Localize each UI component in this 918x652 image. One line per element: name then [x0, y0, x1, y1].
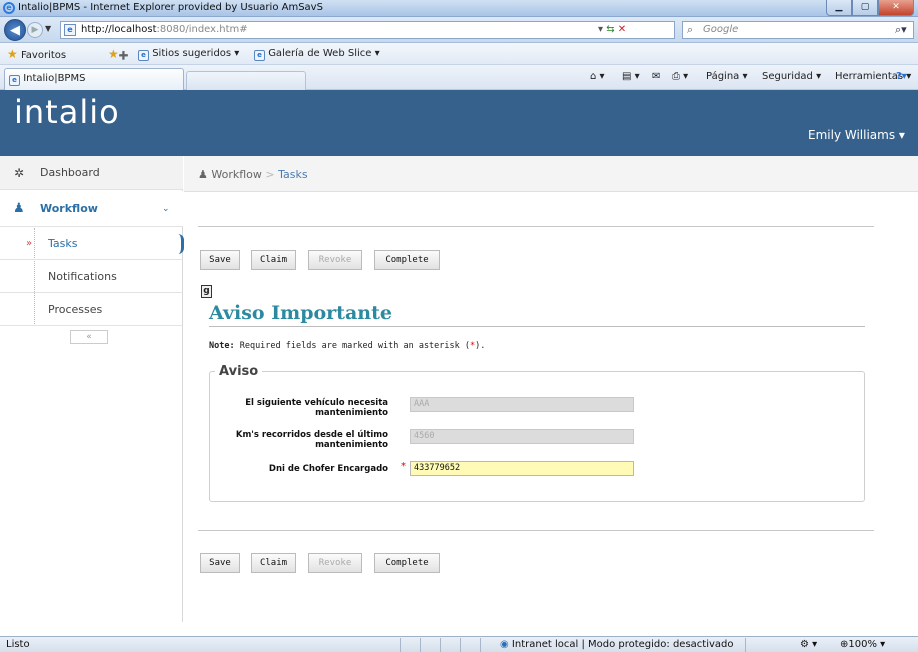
revoke-button[interactable]: Revoke — [308, 250, 362, 270]
divider — [198, 226, 874, 227]
star-icon: ★ — [7, 47, 18, 61]
complete-button[interactable]: Complete — [374, 553, 440, 573]
app-header — [0, 90, 918, 118]
sidebar-item-tasks[interactable]: » Tasks — [0, 228, 184, 260]
search-box[interactable]: ⌕ Google ⌕▾ — [682, 21, 914, 39]
page-menu[interactable]: Página ▾ — [706, 69, 748, 85]
fav-link-suggested[interactable]: e Sitios sugeridos ▾ — [138, 46, 239, 62]
address-dropdown-icon[interactable]: ▾ — [598, 24, 603, 35]
field-label-vehicle: El siguiente vehículo necesita mantenimi… — [245, 398, 388, 418]
url-text[interactable]: http://localhost:8080/index.htm# — [81, 24, 248, 35]
divider — [198, 530, 874, 531]
user-menu[interactable]: Emily Williams ▾ — [808, 128, 905, 142]
refresh-icon[interactable]: ⇆ — [606, 24, 614, 35]
page-icon: e — [64, 24, 76, 36]
claim-button[interactable]: Claim — [251, 250, 296, 270]
close-window-button[interactable]: ✕ — [878, 0, 914, 16]
collapse-sidebar-button[interactable]: « — [70, 330, 108, 344]
field-label-km: Km's recorridos desde el último mantenim… — [235, 430, 388, 450]
new-tab-button[interactable] — [186, 71, 306, 90]
required-asterisk: * — [401, 461, 406, 472]
address-controls[interactable]: ▾ ⇆ ✕ — [598, 24, 626, 35]
feeds-icon[interactable]: ▤ ▾ — [622, 69, 640, 85]
zoom-control[interactable]: ⊕100% ▾ — [840, 639, 885, 650]
sidebar-item-dashboard[interactable]: ✲ Dashboard — [0, 156, 183, 190]
title-underline — [209, 326, 865, 327]
favorites-bar: ★ Favoritos ★➕ e Sitios sugeridos ▾ e Ga… — [0, 43, 918, 65]
security-zone[interactable]: ◉ Intranet local | Modo protegido: desac… — [500, 639, 734, 650]
claim-button[interactable]: Claim — [251, 553, 296, 573]
user-icon: ♟ — [13, 201, 25, 216]
window-title: Intalio|BPMS - Internet Explorer provide… — [18, 2, 323, 13]
search-input[interactable]: Google — [703, 24, 738, 35]
form-icon[interactable]: g — [201, 285, 212, 298]
km-field[interactable]: 4560 — [410, 429, 634, 444]
status-text: Listo — [6, 639, 30, 650]
fav-link-webslice[interactable]: e Galería de Web Slice ▾ — [254, 46, 380, 62]
breadcrumb-tasks[interactable]: Tasks — [278, 168, 307, 181]
recent-pages-dropdown[interactable]: ▼ — [45, 24, 51, 33]
address-bar[interactable]: e http://localhost:8080/index.htm# ▾ ⇆ ✕ — [60, 21, 675, 39]
revoke-button[interactable]: Revoke — [308, 553, 362, 573]
home-icon[interactable]: ⌂ ▾ — [590, 69, 605, 85]
caret-down-icon: ▾ — [898, 128, 905, 142]
complete-button[interactable]: Complete — [374, 250, 440, 270]
chevron-down-icon: ⌄ — [162, 204, 170, 214]
add-favorite-icon[interactable]: ★➕ — [108, 46, 129, 62]
stop-icon[interactable]: ✕ — [618, 24, 626, 35]
back-button[interactable]: ◀ — [4, 19, 26, 41]
save-button[interactable]: Save — [200, 553, 240, 573]
fieldset-legend: Aviso — [215, 364, 263, 379]
sidebar-item-processes[interactable]: Processes — [0, 294, 183, 326]
vehicle-field[interactable]: AAA — [410, 397, 634, 412]
search-icon[interactable]: ⌕▾ — [895, 23, 907, 37]
tab-bar: e Intalio|BPMS ⌂ ▾ ▤ ▾ ✉ ⎙ ▾ Página ▾ Se… — [0, 65, 918, 90]
sidebar-item-notifications[interactable]: Notifications — [0, 261, 183, 293]
security-menu[interactable]: Seguridad ▾ — [762, 69, 821, 85]
mail-icon[interactable]: ✉ — [652, 69, 660, 85]
protected-mode-icon[interactable]: ⚙ ▾ — [800, 639, 817, 650]
required-note: Note: Required fields are marked with an… — [209, 341, 486, 351]
ie-page-icon: e — [254, 50, 265, 61]
minimize-button[interactable]: ▁ — [826, 0, 852, 16]
help-icon[interactable]: ?▾ — [896, 69, 907, 85]
address-toolbar: ◀ ▶ ▼ e http://localhost:8080/index.htm#… — [0, 17, 918, 43]
ie-page-icon: e — [138, 50, 149, 61]
dashboard-icon: ✲ — [14, 166, 25, 180]
sidebar: ✲ Dashboard ♟ Workflow ⌄ » Tasks Notific… — [0, 156, 184, 622]
favorites-button[interactable]: ★ Favoritos — [7, 46, 66, 62]
form-title: Aviso Importante — [209, 302, 392, 324]
intalio-logo[interactable]: intalio — [14, 93, 120, 131]
maximize-button[interactable]: ▢ — [852, 0, 878, 16]
print-icon[interactable]: ⎙ ▾ — [672, 69, 688, 85]
app-header-lower — [0, 118, 918, 156]
search-provider-icon: ⌕ — [687, 23, 694, 36]
forward-button[interactable]: ▶ — [27, 22, 43, 38]
current-marker-icon: » — [26, 238, 33, 249]
ie-page-icon: e — [9, 75, 20, 86]
breadcrumb-bar: ♟ Workflow > Tasks — [184, 156, 918, 192]
dni-field[interactable]: 433779652 — [410, 461, 634, 476]
user-icon: ♟ — [198, 168, 208, 181]
browser-tab[interactable]: e Intalio|BPMS — [4, 68, 184, 90]
save-button[interactable]: Save — [200, 250, 240, 270]
field-label-dni: Dni de Chofer Encargado — [268, 464, 388, 474]
sidebar-item-workflow[interactable]: ♟ Workflow ⌄ — [0, 191, 183, 227]
status-bar: Listo ◉ Intranet local | Modo protegido:… — [0, 636, 918, 652]
breadcrumb: ♟ Workflow > Tasks — [198, 168, 308, 181]
window-title-bar: e Intalio|BPMS - Internet Explorer provi… — [0, 0, 918, 17]
breadcrumb-workflow[interactable]: Workflow — [211, 168, 262, 181]
ie-logo-icon: e — [3, 2, 15, 14]
globe-icon: ◉ — [500, 639, 509, 650]
